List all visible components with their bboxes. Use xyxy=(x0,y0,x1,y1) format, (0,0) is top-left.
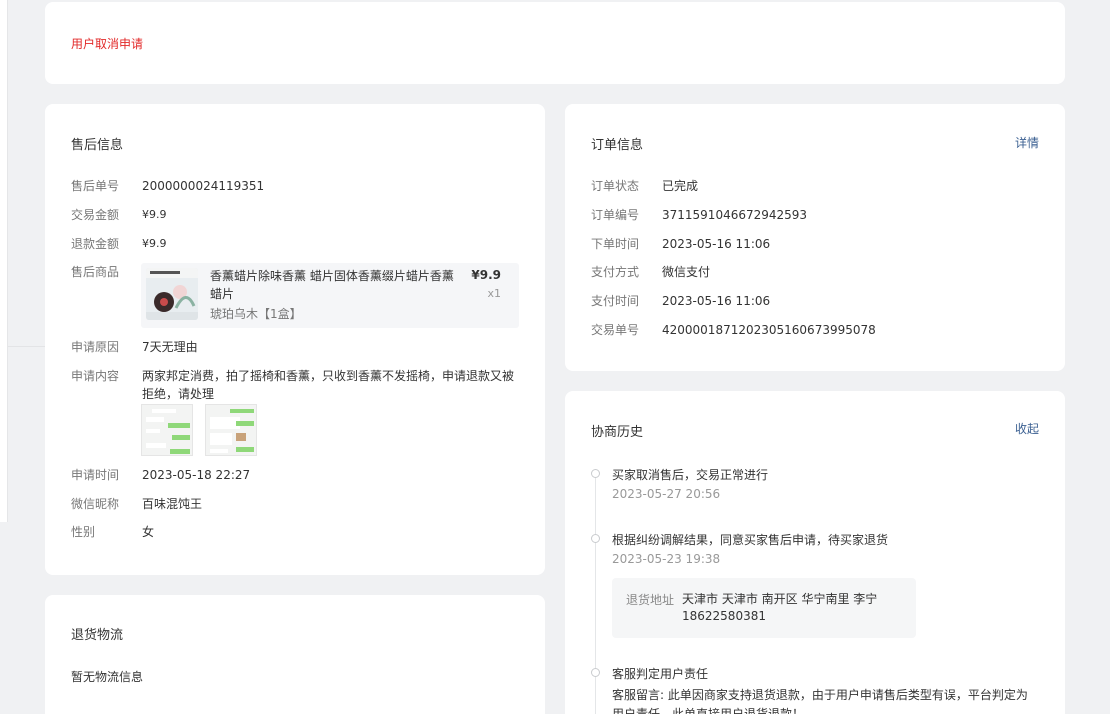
negotiation-history-card: 协商历史 收起 买家取消售后，交易正常进行 2023-05-27 20:56 根… xyxy=(565,391,1065,714)
gender: 女 xyxy=(142,525,155,539)
order-time: 2023-05-16 11:06 xyxy=(662,237,771,251)
transaction-number: 4200001871202305160673995078 xyxy=(662,323,876,337)
product-name: 香薰蜡片除味香薰 蜡片固体香薰缀片蜡片香薰 蜡片 xyxy=(210,269,454,301)
aftersale-number: 2000000024119351 xyxy=(142,179,265,193)
row-label: 退款金额 xyxy=(71,237,120,251)
aftersale-title: 售后信息 xyxy=(71,138,124,153)
event-title: 根据纠纷调解结果，同意买家售后申请，待买家退货 xyxy=(612,533,889,547)
row-label: 支付方式 xyxy=(591,265,640,279)
return-address-box: 退货地址 天津市 天津市 南开区 华宁南里 李宁 18622580381 xyxy=(612,578,916,638)
row-label: 支付时间 xyxy=(591,294,640,308)
product-card[interactable]: 香薰蜡片除味香薰 蜡片固体香薰缀片蜡片香薰 蜡片 琥珀乌木【1盒】 ¥9.9 x… xyxy=(141,263,519,328)
timeline-dot xyxy=(591,534,600,543)
row-label: 售后商品 xyxy=(71,265,120,279)
aftersale-row-amount: 交易金额 ¥9.9 xyxy=(71,206,525,224)
status-text: 用户取消申请 xyxy=(71,37,144,51)
row-label: 交易金额 xyxy=(71,208,120,222)
collapse-link[interactable]: 收起 xyxy=(1015,420,1039,437)
attachment-image[interactable] xyxy=(205,404,257,456)
apply-time: 2023-05-18 22:27 xyxy=(142,468,251,482)
row-label: 申请内容 xyxy=(71,369,120,383)
order-status: 已完成 xyxy=(662,179,699,193)
timeline-line xyxy=(595,477,596,714)
row-label: 性别 xyxy=(71,525,96,539)
return-address: 天津市 天津市 南开区 华宁南里 李宁 18622580381 xyxy=(682,591,902,625)
order-row-time: 下单时间 2023-05-16 11:06 xyxy=(591,235,1045,253)
aftersale-row-nickname: 微信昵称 百味混饨王 xyxy=(71,495,525,513)
row-label: 订单状态 xyxy=(591,179,640,193)
return-logistics-card: 退货物流 暂无物流信息 xyxy=(45,595,545,714)
event-message: 客服留言: 此单因商家支持退货退款，由于用户申请售后类型有误，平台判定为用户责任… xyxy=(612,688,1028,714)
row-label: 下单时间 xyxy=(591,237,640,251)
order-title: 订单信息 xyxy=(591,138,644,153)
trade-amount: ¥9.9 xyxy=(142,208,167,221)
event-time: 2023-05-27 20:56 xyxy=(612,487,721,501)
logistics-title: 退货物流 xyxy=(71,628,124,643)
event-title: 客服判定用户责任 xyxy=(612,667,709,681)
row-label: 微信昵称 xyxy=(71,497,120,511)
event-time: 2023-05-23 19:38 xyxy=(612,552,721,566)
logistics-empty-text: 暂无物流信息 xyxy=(71,670,144,684)
aftersale-row-refund: 退款金额 ¥9.9 xyxy=(71,235,525,253)
row-label: 申请时间 xyxy=(71,468,120,482)
apply-content: 两家邦定消费，拍了摇椅和香薰，只收到香薰不发摇椅，申请退款又被拒绝，请处理 xyxy=(142,369,515,401)
row-label: 订单编号 xyxy=(591,208,640,222)
product-price: ¥9.9 xyxy=(471,268,501,282)
apply-reason: 7天无理由 xyxy=(142,340,198,354)
aftersale-row-time: 申请时间 2023-05-18 22:27 xyxy=(71,466,525,484)
product-thumbnail xyxy=(146,268,198,320)
order-detail-link[interactable]: 详情 xyxy=(1015,134,1039,151)
address-phone: 18622580381 xyxy=(682,609,766,623)
order-row-paytime: 支付时间 2023-05-16 11:06 xyxy=(591,292,1045,310)
payment-time: 2023-05-16 11:06 xyxy=(662,294,771,308)
row-label: 申请原因 xyxy=(71,340,120,354)
address-label: 退货地址 xyxy=(626,593,675,607)
timeline-dot xyxy=(591,668,600,677)
status-card: 用户取消申请 xyxy=(45,2,1065,84)
aftersale-row-gender: 性别 女 xyxy=(71,523,525,541)
refund-amount: ¥9.9 xyxy=(142,237,167,250)
timeline-dot xyxy=(591,469,600,478)
address-line: 天津市 天津市 南开区 华宁南里 李宁 xyxy=(682,592,878,606)
history-title: 协商历史 xyxy=(591,425,644,440)
order-row-txn: 交易单号 4200001871202305160673995078 xyxy=(591,321,1045,339)
order-info-card: 订单信息 详情 订单状态 已完成 订单编号 371159104667294259… xyxy=(565,104,1065,371)
attachment-image[interactable] xyxy=(141,404,193,456)
product-quantity: x1 xyxy=(487,287,501,300)
aftersale-row-content: 申请内容 两家邦定消费，拍了摇椅和香薰，只收到香薰不发摇椅，申请退款又被拒绝，请… xyxy=(71,367,525,403)
order-number: 3711591046672942593 xyxy=(662,208,808,222)
left-sidebar-edge xyxy=(0,0,8,522)
aftersale-row-reason: 申请原因 7天无理由 xyxy=(71,338,525,356)
wechat-nickname: 百味混饨王 xyxy=(142,497,203,511)
row-label: 售后单号 xyxy=(71,179,120,193)
row-label: 交易单号 xyxy=(591,323,640,337)
order-row-payment: 支付方式 微信支付 xyxy=(591,263,1045,281)
product-sku: 琥珀乌木【1盒】 xyxy=(210,307,302,321)
aftersale-info-card: 售后信息 售后单号 2000000024119351 交易金额 ¥9.9 退款金… xyxy=(45,104,545,575)
event-title: 买家取消售后，交易正常进行 xyxy=(612,468,769,482)
order-row-number: 订单编号 3711591046672942593 xyxy=(591,206,1045,224)
payment-method: 微信支付 xyxy=(662,265,711,279)
aftersale-row-no: 售后单号 2000000024119351 xyxy=(71,177,525,195)
order-row-status: 订单状态 已完成 xyxy=(591,177,1045,195)
divider xyxy=(8,346,45,347)
